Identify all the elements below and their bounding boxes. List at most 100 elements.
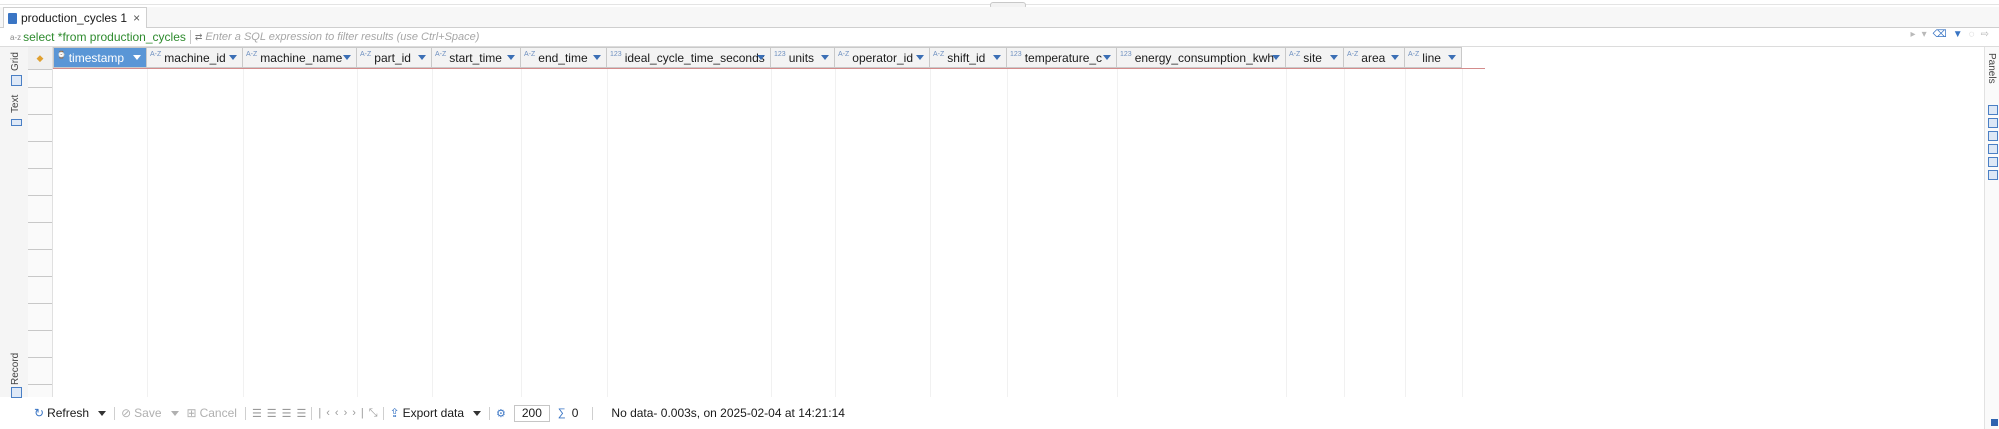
column-header-line[interactable]: A-Z line bbox=[1405, 47, 1462, 68]
column-type-icon: 123 bbox=[1010, 51, 1022, 58]
column-label: line bbox=[1422, 50, 1441, 65]
sort-filter-arrow-icon[interactable] bbox=[1330, 55, 1338, 60]
close-icon[interactable]: × bbox=[133, 11, 140, 25]
row-edit-icons[interactable]: ☰☰☰☰ bbox=[252, 407, 311, 420]
tab-record[interactable]: Record bbox=[10, 353, 21, 385]
column-header-timestamp[interactable]: ⌚ timestamp bbox=[53, 47, 147, 68]
panel-icon[interactable] bbox=[1988, 118, 1998, 128]
apply-filter-icon[interactable]: ▸ bbox=[1911, 29, 1916, 40]
export-label: Export data bbox=[402, 406, 464, 420]
column-label: part_id bbox=[374, 50, 411, 65]
column-header-start-time[interactable]: A-Z start_time bbox=[432, 47, 521, 68]
row-tick bbox=[28, 87, 52, 88]
sort-filter-arrow-icon[interactable] bbox=[507, 55, 515, 60]
sort-filter-arrow-icon[interactable] bbox=[229, 55, 237, 60]
chevron-down-icon[interactable] bbox=[98, 410, 107, 416]
column-label: energy_consumption_kwh bbox=[1134, 50, 1275, 65]
record-view-icon[interactable] bbox=[11, 387, 22, 398]
row-tick bbox=[28, 222, 52, 223]
toolbar-divider bbox=[311, 406, 313, 420]
column-gridline bbox=[1405, 69, 1406, 397]
chevron-down-icon[interactable] bbox=[170, 410, 179, 416]
column-header-operator-id[interactable]: A-Z operator_id bbox=[835, 47, 930, 68]
column-gridline bbox=[357, 69, 358, 397]
column-header-temperature-c[interactable]: 123 temperature_c bbox=[1007, 47, 1117, 68]
column-header-site[interactable]: A-Z site bbox=[1286, 47, 1344, 68]
filter-bar: a-z select *from production_cycles ⇄ Ent… bbox=[0, 28, 1999, 47]
panel-icon[interactable] bbox=[1988, 170, 1998, 180]
maximize-icon[interactable] bbox=[1991, 419, 1998, 426]
column-header-area[interactable]: A-Z area bbox=[1344, 47, 1405, 68]
filter-more-icon[interactable]: ⇨ bbox=[1981, 29, 1989, 40]
refresh-button[interactable]: ↻ Refresh bbox=[34, 406, 107, 420]
export-icon: ⇪ bbox=[389, 406, 400, 420]
sort-filter-arrow-icon[interactable] bbox=[1103, 55, 1111, 60]
column-type-icon: 123 bbox=[1120, 51, 1132, 58]
column-type-icon: A-Z bbox=[435, 51, 447, 58]
filter-history-icon[interactable]: ▾ bbox=[1922, 29, 1927, 40]
tab-grid[interactable]: Grid bbox=[10, 52, 21, 71]
sort-filter-arrow-icon[interactable] bbox=[1448, 55, 1456, 60]
sort-filter-arrow-icon[interactable] bbox=[757, 55, 765, 60]
chevron-down-icon[interactable] bbox=[473, 410, 481, 416]
column-header-units[interactable]: 123 units bbox=[771, 47, 835, 68]
panel-icon[interactable] bbox=[1988, 157, 1998, 167]
funnel-icon[interactable]: ▼ bbox=[1953, 29, 1963, 40]
column-type-icon: A-Z bbox=[933, 51, 945, 58]
navigation-icons[interactable]: |‹‹››|⤡ bbox=[318, 407, 382, 420]
tab-production-cycles[interactable]: production_cycles 1 × bbox=[3, 7, 148, 28]
column-header-end-time[interactable]: A-Z end_time bbox=[521, 47, 607, 68]
sort-filter-arrow-icon[interactable] bbox=[593, 55, 601, 60]
column-label: ideal_cycle_time_seconds bbox=[624, 50, 765, 65]
tab-text[interactable]: Text bbox=[10, 95, 21, 113]
column-header-part-id[interactable]: A-Z part_id bbox=[357, 47, 432, 68]
eraser-icon[interactable]: ⌫ bbox=[1933, 29, 1947, 40]
column-header-energy-consumption-kwh[interactable]: 123 energy_consumption_kwh bbox=[1117, 47, 1286, 68]
filter-settings-icon[interactable]: ◌ bbox=[1969, 29, 1975, 40]
column-header-ideal-cycle-time-seconds[interactable]: 123 ideal_cycle_time_seconds bbox=[607, 47, 771, 68]
sort-filter-arrow-icon[interactable] bbox=[133, 55, 141, 60]
panel-icon[interactable] bbox=[1988, 131, 1998, 141]
filter-input[interactable]: Enter a SQL expression to filter results… bbox=[205, 31, 1845, 43]
fetch-size-input[interactable]: 200 bbox=[513, 404, 550, 422]
sql-icon: a-z bbox=[10, 32, 22, 42]
column-label: units bbox=[788, 50, 815, 65]
tab-label: production_cycles 1 bbox=[21, 11, 128, 25]
select-all-corner[interactable]: ◆ bbox=[28, 47, 52, 70]
panel-icon[interactable] bbox=[1988, 144, 1998, 154]
cancel-button[interactable]: ⊞ Cancel bbox=[187, 406, 237, 420]
sort-filter-arrow-icon[interactable] bbox=[1272, 55, 1280, 60]
row-number-gutter: ◆ bbox=[28, 47, 53, 397]
right-panels-bar: Panels bbox=[1984, 47, 1999, 429]
sort-filter-arrow-icon[interactable] bbox=[343, 55, 351, 60]
column-gridline bbox=[1286, 69, 1287, 397]
column-type-icon: A-Z bbox=[246, 51, 258, 58]
sort-filter-arrow-icon[interactable] bbox=[1391, 55, 1399, 60]
filter-expression-icon: ⇄ bbox=[194, 31, 203, 42]
toolbar-divider bbox=[114, 406, 116, 420]
sort-filter-arrow-icon[interactable] bbox=[993, 55, 1001, 60]
column-gridline bbox=[1462, 69, 1463, 397]
column-header-machine-id[interactable]: A-Z machine_id bbox=[147, 47, 243, 68]
grid-view-icon[interactable] bbox=[11, 75, 22, 86]
column-label: end_time bbox=[538, 50, 588, 65]
results-grid[interactable]: ◆ ⌚ timestamp A-Z machine_id A-Z machine… bbox=[28, 47, 1985, 397]
sort-filter-arrow-icon[interactable] bbox=[916, 55, 924, 60]
text-view-icon[interactable] bbox=[11, 119, 22, 126]
sort-filter-arrow-icon[interactable] bbox=[821, 55, 829, 60]
column-gridline bbox=[930, 69, 931, 397]
tab-panels[interactable]: Panels bbox=[1986, 53, 1997, 84]
row-count-icon[interactable]: ∑ bbox=[558, 407, 566, 419]
column-type-icon: A-Z bbox=[524, 51, 536, 58]
gear-icon[interactable]: ⚙ bbox=[496, 407, 506, 420]
column-header-shift-id[interactable]: A-Z shift_id bbox=[930, 47, 1007, 68]
export-data-button[interactable]: ⇪ Export data bbox=[390, 406, 481, 420]
column-header-machine-name[interactable]: A-Z machine_name bbox=[243, 47, 357, 68]
column-label: machine_name bbox=[260, 50, 343, 65]
save-button[interactable]: ⊘ Save bbox=[121, 406, 179, 420]
column-header-row: ⌚ timestamp A-Z machine_id A-Z machine_n… bbox=[53, 47, 1462, 69]
sql-query-text[interactable]: select *from production_cycles bbox=[23, 30, 186, 44]
sort-filter-arrow-icon[interactable] bbox=[418, 55, 426, 60]
panel-icon[interactable] bbox=[1988, 105, 1998, 115]
results-toolbar: ↻ Refresh ⊘ Save ⊞ Cancel ☰☰☰☰ |‹‹››|⤡ ⇪… bbox=[0, 402, 1985, 424]
